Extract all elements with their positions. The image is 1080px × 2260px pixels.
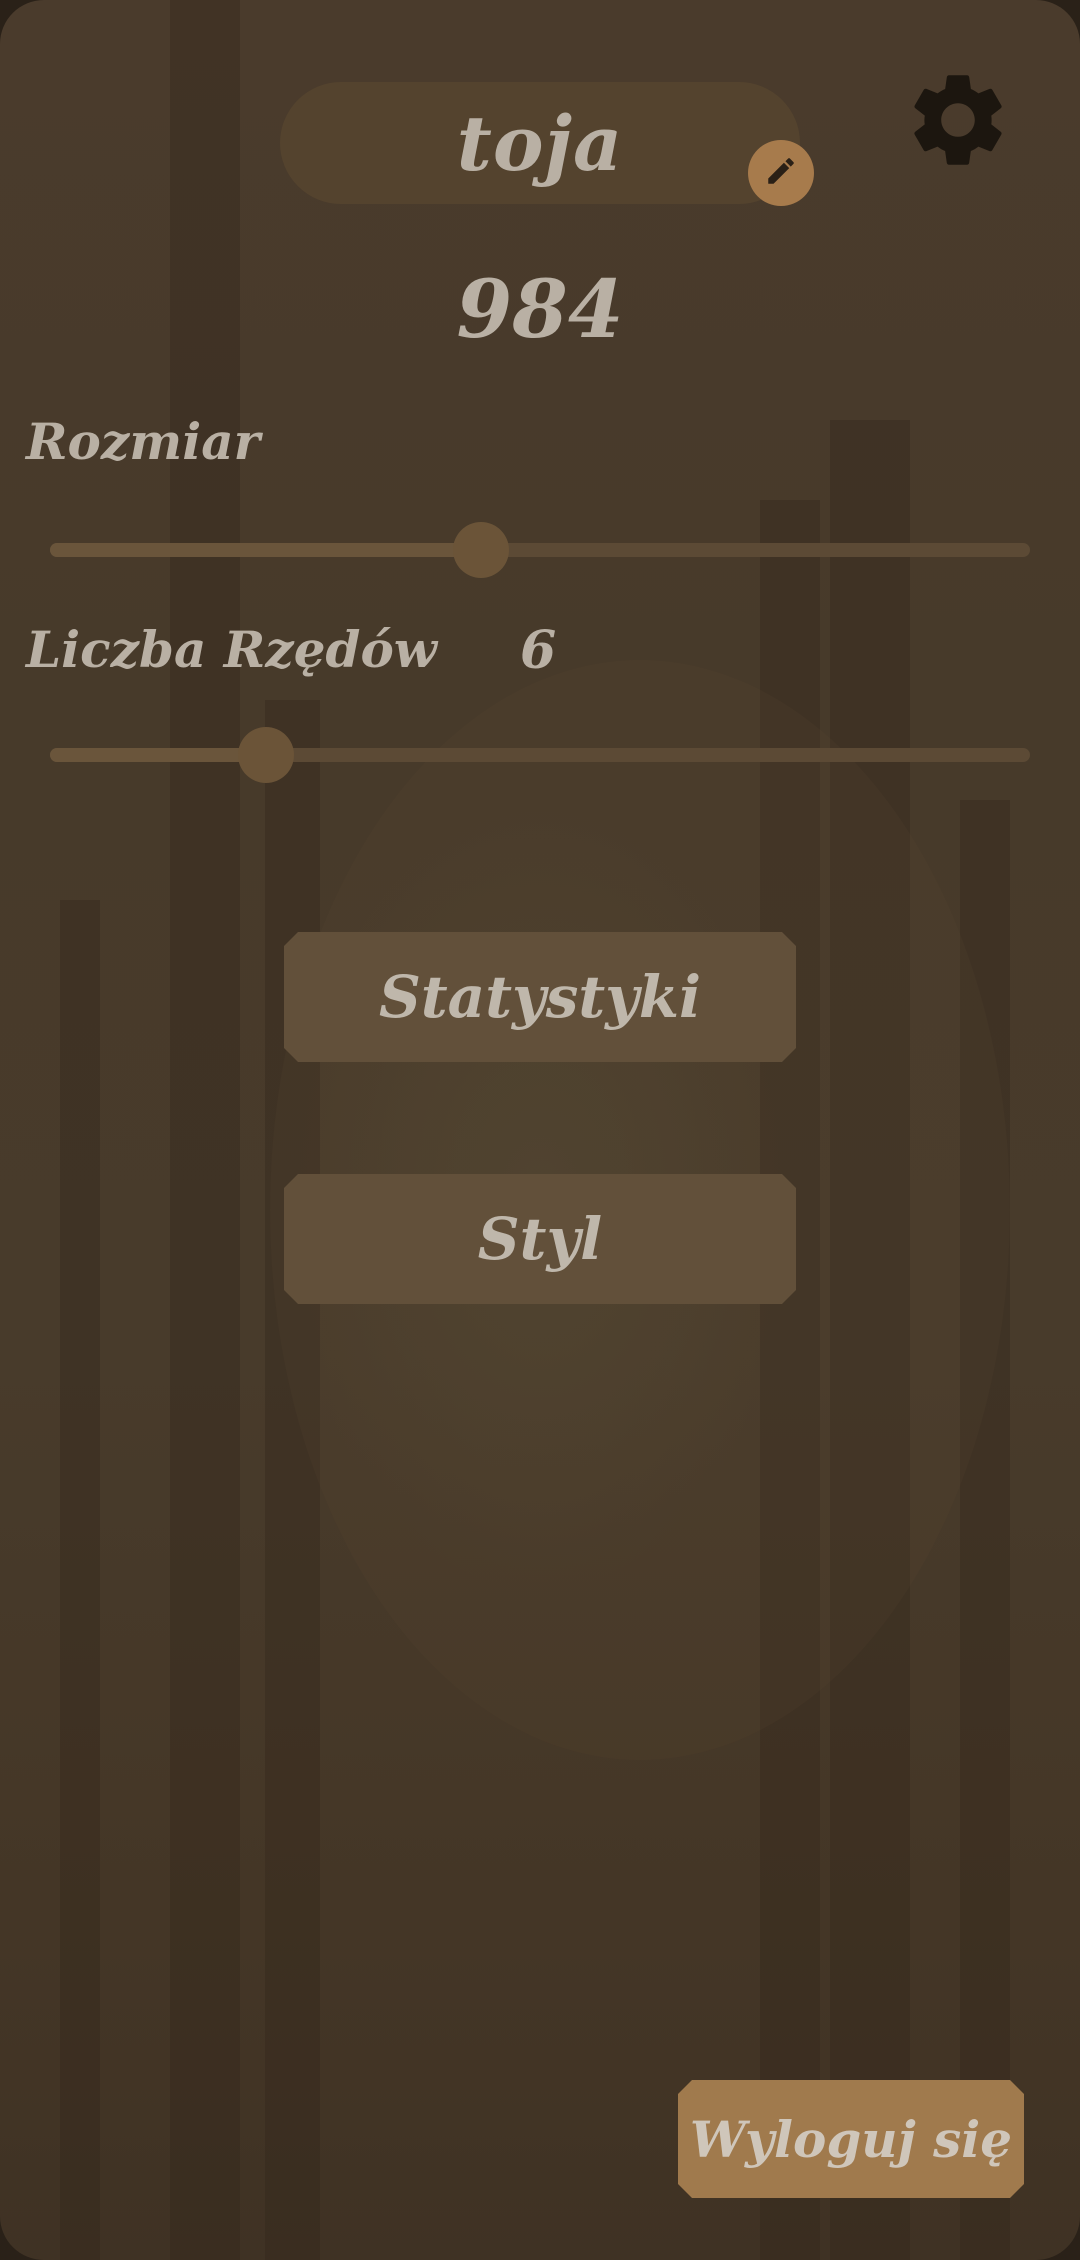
rows-slider-thumb[interactable] [237,727,294,783]
pencil-icon [764,154,798,192]
background-tree [60,900,100,2260]
size-label: Rozmiar [26,412,260,471]
gear-icon [902,64,1014,180]
rows-slider-fill [50,748,266,762]
score-value: 984 [456,262,624,356]
rows-slider[interactable] [50,727,1030,783]
rows-value: 6 [520,620,557,681]
player-name: toja [456,98,624,188]
logout-button[interactable]: Wyloguj się [678,2080,1024,2198]
size-slider-thumb[interactable] [453,522,510,578]
settings-button[interactable] [900,64,1016,180]
rows-label: Liczba Rzędów [26,620,437,679]
style-button[interactable]: Styl [284,1174,796,1304]
statistics-button[interactable]: Statystyki [284,932,796,1062]
size-slider[interactable] [50,522,1030,578]
player-name-field[interactable]: toja [280,82,800,204]
edit-name-button[interactable] [748,140,814,206]
size-slider-fill [50,543,482,557]
settings-screen: toja 984 Rozmiar Liczba Rzędów 6 Statyst… [0,0,1080,2260]
